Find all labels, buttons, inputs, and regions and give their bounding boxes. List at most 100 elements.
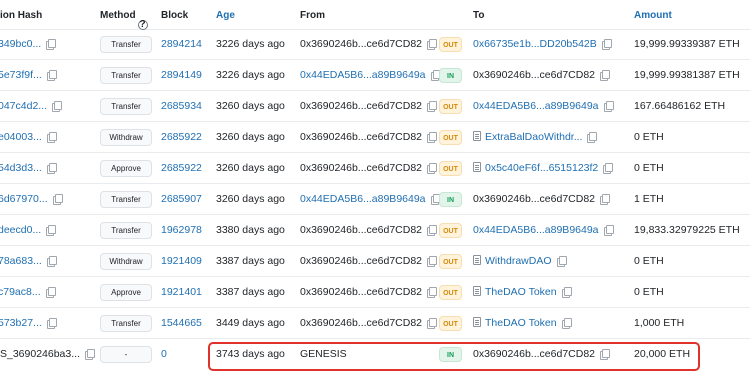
to-address-text: TheDAO Token	[485, 286, 557, 298]
method-badge[interactable]: Transfer	[100, 315, 152, 332]
tx-hash-link[interactable]: 349bc0...	[0, 29, 57, 59]
block-link[interactable]: 1962978	[161, 215, 202, 245]
from-address: 0x3690246b...ce6d7CD82	[300, 29, 438, 59]
tx-hash-link[interactable]: 5e73f9f...	[0, 60, 57, 90]
tx-hash-link[interactable]: 047c4d2...	[0, 91, 63, 121]
method-badge[interactable]: Approve	[100, 160, 152, 177]
block-link[interactable]: 1921409	[161, 246, 202, 276]
copy-icon[interactable]	[46, 318, 57, 329]
to-address[interactable]: 0x5c40eF6f...6515123f2	[473, 153, 614, 183]
copy-icon[interactable]	[427, 287, 438, 298]
copy-icon[interactable]	[600, 70, 611, 81]
to-address-text: 0x44EDA5B6...a89B9649a	[473, 224, 599, 236]
copy-icon[interactable]	[427, 101, 438, 112]
block-link[interactable]: 2685907	[161, 184, 202, 214]
amount-value: 0 ETH	[634, 131, 664, 143]
from-address-text: 0x3690246b...ce6d7CD82	[300, 255, 423, 267]
tx-hash-link[interactable]: 573b27...	[0, 308, 57, 338]
copy-icon[interactable]	[600, 194, 611, 205]
copy-icon[interactable]	[85, 349, 95, 360]
to-address[interactable]: 0x66735e1b...DD20b542B	[473, 29, 612, 59]
copy-icon[interactable]	[45, 287, 56, 298]
header-method: Method?	[100, 10, 148, 30]
age-text: 3260 days ago	[216, 131, 285, 143]
method-badge[interactable]: -	[100, 346, 152, 363]
method-badge[interactable]: Approve	[100, 284, 152, 301]
age-text: 3387 days ago	[216, 286, 285, 298]
tx-hash-text: 5e73f9f...	[0, 69, 42, 81]
copy-icon[interactable]	[427, 225, 438, 236]
copy-icon[interactable]	[601, 39, 612, 50]
table-row: 047c4d2... Transfer 2685934 3260 days ago 0x…	[0, 91, 750, 122]
method-badge[interactable]: Transfer	[100, 98, 152, 115]
tx-hash-link[interactable]: e04003...	[0, 122, 57, 152]
copy-icon[interactable]	[603, 163, 614, 174]
tx-hash-link[interactable]: deecd0...	[0, 215, 57, 245]
tx-hash-link[interactable]: 54d3d3...	[0, 153, 57, 183]
copy-icon[interactable]	[556, 256, 567, 267]
method-badge[interactable]: Transfer	[100, 67, 152, 84]
tx-hash-text: 78a683...	[0, 255, 42, 267]
block-link[interactable]: 0	[161, 339, 167, 369]
block-link[interactable]: 2894149	[161, 60, 202, 90]
method-badge[interactable]: Transfer	[100, 222, 152, 239]
copy-icon[interactable]	[561, 318, 572, 329]
tx-hash-link[interactable]: 6d67970...	[0, 184, 63, 214]
to-address-text: ExtraBalDaoWithdr...	[485, 131, 583, 143]
to-address[interactable]: 0x44EDA5B6...a89B9649a	[473, 91, 614, 121]
from-address-text: 0x44EDA5B6...a89B9649a	[300, 193, 426, 205]
tx-hash-link[interactable]: c79ac8...	[0, 277, 56, 307]
tx-hash-text: 573b27...	[0, 317, 42, 329]
from-address: 0x3690246b...ce6d7CD82	[300, 246, 438, 276]
from-address: 0x3690246b...ce6d7CD82	[300, 153, 438, 183]
table-row: c79ac8... Approve 1921401 3387 days ago 0x36…	[0, 277, 750, 308]
copy-icon[interactable]	[46, 132, 57, 143]
copy-icon[interactable]	[46, 39, 57, 50]
header-age[interactable]: Age	[216, 10, 235, 21]
copy-icon[interactable]	[561, 287, 572, 298]
copy-icon[interactable]	[52, 101, 63, 112]
copy-icon[interactable]	[46, 70, 57, 81]
amount-value: 19,999.99339387 ETH	[634, 38, 740, 50]
copy-icon[interactable]	[52, 194, 63, 205]
copy-icon[interactable]	[427, 132, 438, 143]
copy-icon[interactable]	[46, 256, 57, 267]
method-badge[interactable]: Transfer	[100, 191, 152, 208]
copy-icon[interactable]	[427, 256, 438, 267]
from-address[interactable]: 0x44EDA5B6...a89B9649a	[300, 60, 441, 90]
amount-value: 0 ETH	[634, 162, 664, 174]
to-address[interactable]: ExtraBalDaoWithdr...	[473, 122, 598, 152]
block-link[interactable]: 2685934	[161, 91, 202, 121]
copy-icon[interactable]	[603, 225, 614, 236]
age-text: 3449 days ago	[216, 317, 285, 329]
block-link[interactable]: 1921401	[161, 277, 202, 307]
block-link[interactable]: 2685922	[161, 153, 202, 183]
to-address[interactable]: 0x44EDA5B6...a89B9649a	[473, 215, 614, 245]
copy-icon[interactable]	[427, 163, 438, 174]
tx-hash-text: S_3690246ba3...	[0, 348, 80, 360]
copy-icon[interactable]	[427, 39, 438, 50]
from-address-text: 0x3690246b...ce6d7CD82	[300, 224, 423, 236]
block-link[interactable]: 1544665	[161, 308, 202, 338]
tx-hash-link[interactable]: 78a683...	[0, 246, 57, 276]
block-link[interactable]: 2685922	[161, 122, 202, 152]
direction-badge: OUT	[439, 223, 462, 238]
tx-hash-link[interactable]: S_3690246ba3...	[0, 339, 95, 369]
method-badge[interactable]: Withdraw	[100, 253, 152, 270]
from-address[interactable]: 0x44EDA5B6...a89B9649a	[300, 184, 441, 214]
header-amount[interactable]: Amount	[634, 10, 672, 21]
copy-icon[interactable]	[46, 225, 57, 236]
copy-icon[interactable]	[427, 318, 438, 329]
copy-icon[interactable]	[603, 101, 614, 112]
table-header: ion Hash Method? Block Age From To Amoun…	[0, 0, 750, 30]
to-address[interactable]: TheDAO Token	[473, 277, 572, 307]
table-row: 54d3d3... Approve 2685922 3260 days ago 0x36…	[0, 153, 750, 184]
method-badge[interactable]: Withdraw	[100, 129, 152, 146]
copy-icon[interactable]	[587, 132, 598, 143]
method-badge[interactable]: Transfer	[100, 36, 152, 53]
to-address[interactable]: TheDAO Token	[473, 308, 572, 338]
from-address-text: 0x3690246b...ce6d7CD82	[300, 317, 423, 329]
to-address[interactable]: WithdrawDAO	[473, 246, 567, 276]
block-link[interactable]: 2894214	[161, 29, 202, 59]
copy-icon[interactable]	[46, 163, 57, 174]
